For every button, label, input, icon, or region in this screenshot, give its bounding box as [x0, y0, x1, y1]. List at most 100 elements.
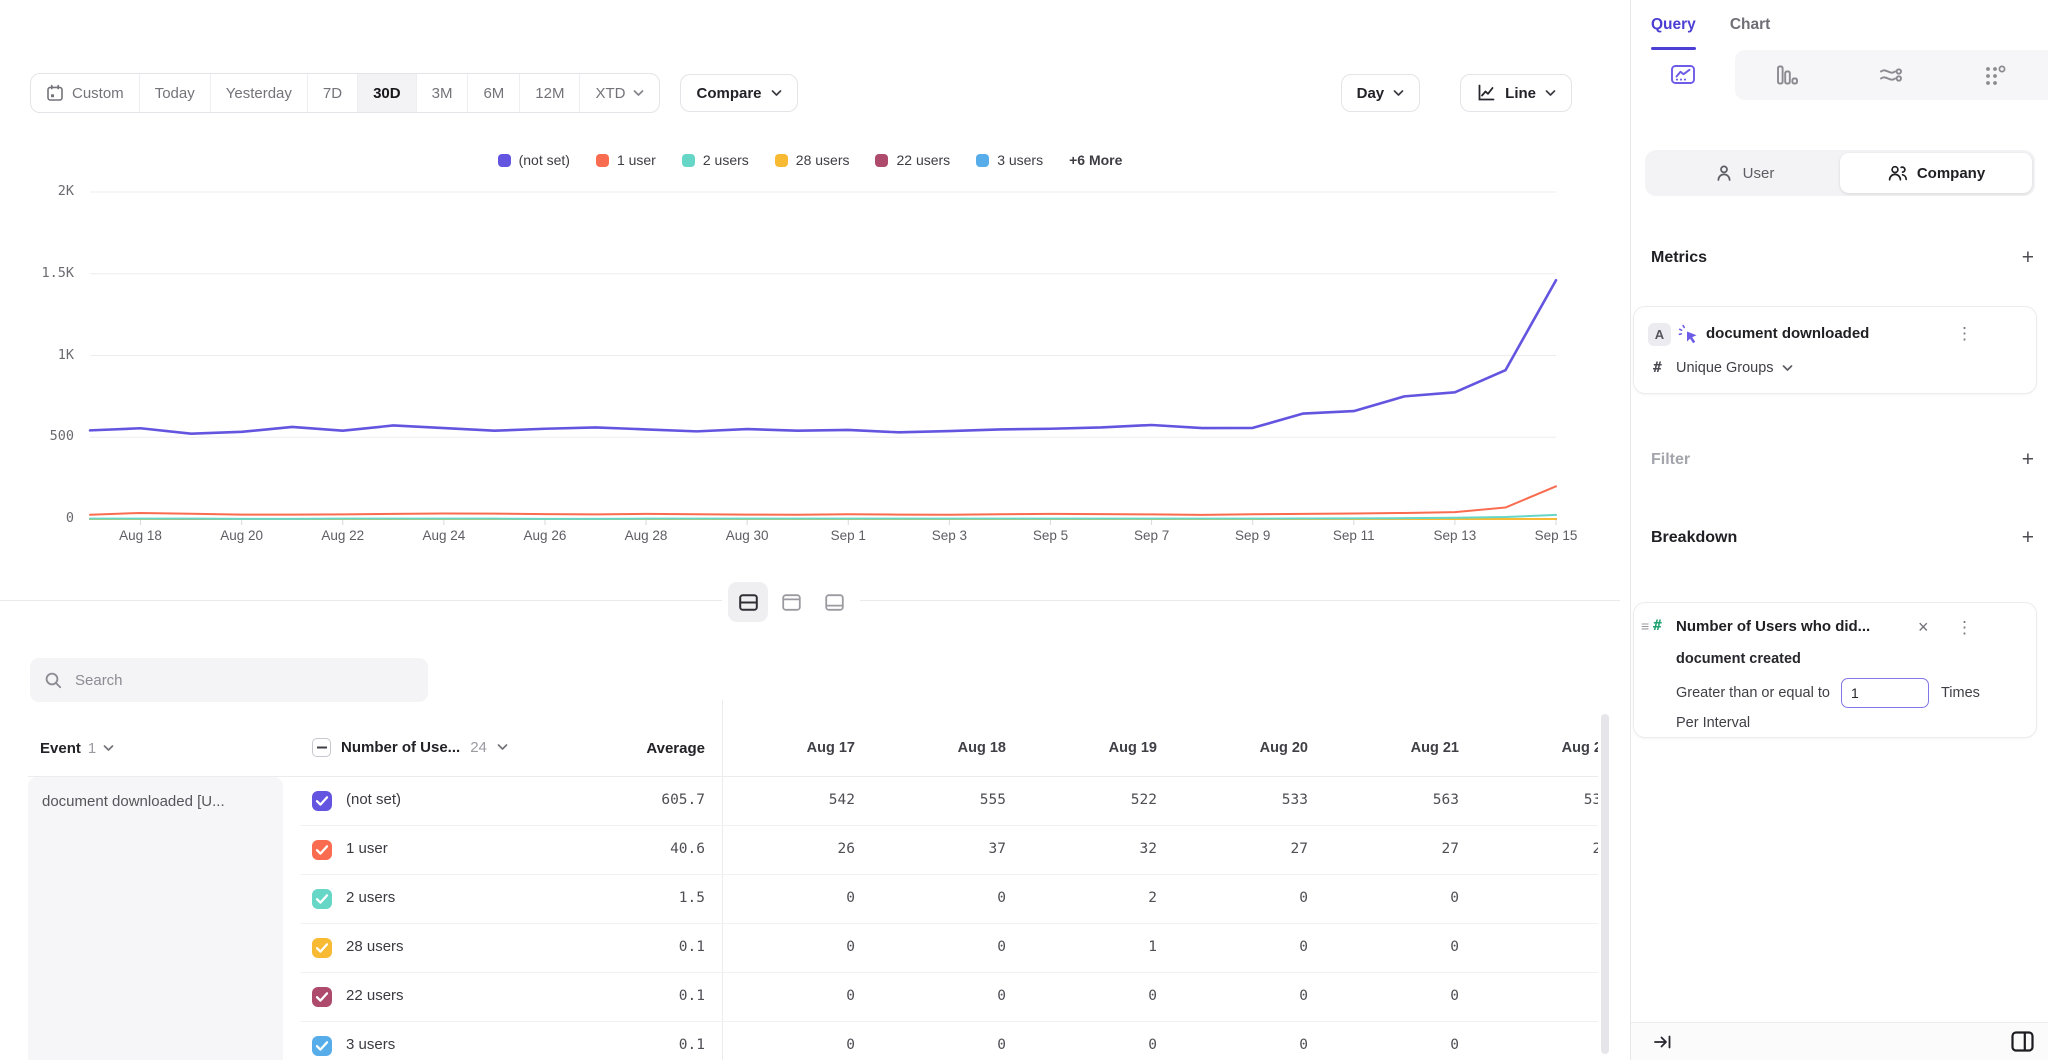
- cell-value: 0: [1158, 939, 1308, 955]
- compare-button[interactable]: Compare: [680, 74, 797, 112]
- range-button-3m[interactable]: 3M: [416, 74, 468, 112]
- chevron-down-icon: [103, 745, 114, 752]
- kebab-menu-icon[interactable]: ⋮: [1956, 324, 1973, 344]
- x-tick-label: Aug 28: [601, 528, 691, 543]
- search-icon: [44, 671, 62, 689]
- cell-value: 0: [1158, 1037, 1308, 1053]
- search-input[interactable]: [73, 671, 414, 690]
- cell-value: 27: [1158, 841, 1308, 857]
- panel-layout-icon[interactable]: [2011, 1031, 2034, 1052]
- range-button-6m[interactable]: 6M: [467, 74, 519, 112]
- x-tick-label: Sep 3: [904, 528, 994, 543]
- table-row: 28 users0.1001000: [300, 924, 1598, 973]
- close-icon[interactable]: ×: [1918, 617, 1929, 637]
- range-button-today[interactable]: Today: [139, 74, 210, 112]
- date-column-header: Aug 18: [856, 740, 1006, 756]
- granularity-label: Day: [1357, 85, 1385, 102]
- series-checkbox[interactable]: [312, 1036, 332, 1056]
- times-unit-label: Times: [1941, 685, 1980, 701]
- user-icon: [1714, 163, 1734, 183]
- range-button-12m[interactable]: 12M: [519, 74, 579, 112]
- layout-toggle-group: [722, 579, 860, 625]
- cell-value: 0: [705, 1037, 855, 1053]
- scope-user-option[interactable]: User: [1648, 153, 1840, 193]
- times-input[interactable]: [1841, 678, 1929, 708]
- hash-icon: #: [1653, 360, 1662, 376]
- range-label: Custom: [72, 85, 124, 102]
- report-flows-tab[interactable]: [1839, 50, 1943, 100]
- calendar-icon: [46, 84, 64, 102]
- cell-value: 533: [1158, 792, 1308, 808]
- date-column-header: Aug 19: [1007, 740, 1157, 756]
- add-metric-button[interactable]: +: [2022, 248, 2034, 268]
- breakdown-per-row: Per Interval: [1676, 715, 2024, 731]
- series-checkbox[interactable]: [312, 987, 332, 1007]
- cell-value: 0: [705, 939, 855, 955]
- metrics-section-header: Metrics +: [1651, 246, 2034, 270]
- event-name-cell[interactable]: document downloaded [U...: [28, 777, 283, 1060]
- event-column-header[interactable]: Event 1: [40, 740, 114, 757]
- table-header: Event 1 Number of Use... 24 Average Aug …: [0, 726, 1630, 776]
- scope-company-option[interactable]: Company: [1840, 153, 2032, 193]
- granularity-button[interactable]: Day: [1341, 74, 1421, 112]
- kebab-menu-icon[interactable]: ⋮: [1956, 618, 1973, 638]
- metric-card[interactable]: A document downloaded ⋮ # Unique Groups: [1633, 306, 2037, 394]
- aggregation-selector[interactable]: Unique Groups: [1676, 360, 1793, 376]
- cell-value: 0: [1309, 939, 1459, 955]
- collapse-sidebar-icon[interactable]: [1653, 1032, 1673, 1052]
- per-interval-label[interactable]: Per Interval: [1676, 715, 1750, 731]
- breakdown-property-name[interactable]: Number of Users who did...: [1676, 618, 1870, 635]
- range-label: Today: [155, 85, 195, 102]
- split-view-icon: [739, 594, 758, 611]
- series-checkbox[interactable]: [312, 889, 332, 909]
- add-breakdown-button[interactable]: +: [2022, 528, 2034, 548]
- report-funnels-tab[interactable]: [1735, 50, 1839, 100]
- range-button-custom[interactable]: Custom: [31, 74, 139, 112]
- tab-chart[interactable]: Chart: [1730, 0, 1770, 50]
- table-scrollbar[interactable]: [1601, 714, 1609, 1054]
- bottom-view-icon: [825, 594, 844, 611]
- series-name: 2 users: [346, 889, 395, 906]
- series-checkbox[interactable]: [312, 938, 332, 958]
- layout-table-only-button[interactable]: [814, 582, 854, 622]
- x-tick-label: Aug 24: [399, 528, 489, 543]
- event-click-icon: [1678, 324, 1700, 346]
- filter-section-header: Filter +: [1651, 448, 2034, 472]
- layout-chart-only-button[interactable]: [771, 582, 811, 622]
- tab-query[interactable]: Query: [1651, 0, 1696, 50]
- line-chart-icon: [1476, 83, 1496, 103]
- series-checkbox[interactable]: [312, 840, 332, 860]
- series-line--not-set-: [90, 280, 1556, 433]
- tab-chart-label: Chart: [1730, 16, 1770, 34]
- cell-value: 0: [1158, 988, 1308, 1004]
- report-insights-tab[interactable]: [1631, 50, 1735, 100]
- condition-label[interactable]: Greater than or equal to: [1676, 685, 1830, 701]
- cell-value: 32: [1007, 841, 1157, 857]
- metric-event-name[interactable]: document downloaded: [1706, 325, 1869, 342]
- add-filter-button[interactable]: +: [2022, 450, 2034, 470]
- average-value: 0.1: [555, 1037, 705, 1053]
- range-button-xtd[interactable]: XTD: [579, 74, 659, 112]
- breakdown-card-row: ≡ # Number of Users who did... × ⋮: [1634, 617, 2036, 641]
- x-tick-label: Sep 11: [1309, 528, 1399, 543]
- check-icon: [315, 991, 329, 1003]
- flows-icon: [1878, 63, 1904, 87]
- range-button-yesterday[interactable]: Yesterday: [210, 74, 307, 112]
- range-button-7d[interactable]: 7D: [307, 74, 357, 112]
- hash-icon: #: [1653, 618, 1662, 634]
- chart-type-button[interactable]: Line: [1460, 74, 1572, 112]
- breakdown-card[interactable]: ≡ # Number of Users who did... × ⋮ docum…: [1633, 602, 2037, 738]
- date-column-header: Aug 22: [1460, 740, 1598, 756]
- search-box[interactable]: [30, 658, 428, 702]
- report-retention-tab[interactable]: [1943, 50, 2047, 100]
- range-button-30d[interactable]: 30D: [357, 74, 416, 112]
- metric-letter-badge: A: [1648, 323, 1671, 346]
- drag-handle-icon[interactable]: ≡: [1641, 618, 1649, 634]
- average-value: 0.1: [555, 939, 705, 955]
- date-column-header: Aug 21: [1309, 740, 1459, 756]
- series-checkbox[interactable]: [312, 791, 332, 811]
- cell-value: 0: [1309, 988, 1459, 1004]
- layout-split-button[interactable]: [728, 582, 768, 622]
- cell-value: 1: [1007, 939, 1157, 955]
- cell-value: 555: [856, 792, 1006, 808]
